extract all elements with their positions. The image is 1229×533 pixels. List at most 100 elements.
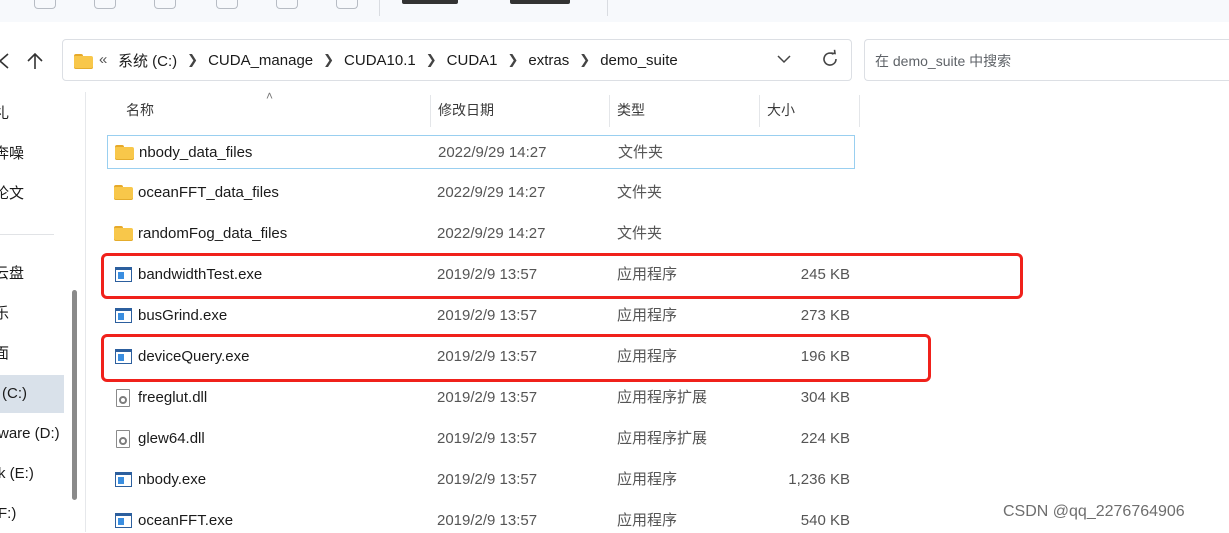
column-separator[interactable]	[859, 95, 860, 127]
nav-item[interactable]: 乐	[0, 295, 56, 333]
navigation-pane: 礼 奔噪 论文 云盘 乐 面 (C:) ware (D:) k (E:) F:)	[0, 92, 72, 532]
share-icon[interactable]	[336, 0, 358, 9]
file-type: 应用程序	[617, 266, 678, 283]
nav-item[interactable]: 奔噪	[0, 135, 56, 173]
file-date: 2019/2/9 13:57	[437, 512, 538, 529]
file-row[interactable]: oceanFFT_data_files 2022/9/29 14:27 文件夹	[107, 176, 855, 210]
nav-item[interactable]: 云盘	[0, 255, 56, 293]
application-icon	[114, 471, 134, 489]
file-row[interactable]: busGrind.exe 2019/2/9 13:57 应用程序 273 KB	[107, 299, 855, 333]
breadcrumb-item[interactable]: extras	[528, 52, 569, 69]
paste-icon[interactable]	[216, 0, 238, 9]
file-date: 2019/2/9 13:57	[437, 307, 538, 324]
nav-pane-scrollbar[interactable]	[72, 290, 77, 500]
file-type: 应用程序扩展	[617, 389, 708, 406]
file-type: 应用程序扩展	[617, 430, 708, 447]
file-size: 224 KB	[800, 430, 850, 447]
nav-item-drive-f[interactable]: F:)	[0, 495, 60, 533]
nav-item[interactable]: 礼	[0, 95, 56, 133]
address-bar[interactable]: « 系统 (C:) ❯ CUDA_manage ❯ CUDA10.1 ❯ CUD…	[62, 39, 852, 81]
file-row[interactable]: nbody.exe 2019/2/9 13:57 应用程序 1,236 KB	[107, 463, 855, 497]
folder-icon	[115, 144, 135, 162]
back-arrow-icon[interactable]	[0, 48, 16, 74]
cut-icon[interactable]	[94, 0, 116, 9]
chevron-right-icon[interactable]: ❯	[579, 52, 590, 68]
file-name: deviceQuery.exe	[138, 348, 250, 365]
nav-divider	[0, 234, 54, 235]
file-date: 2022/9/29 14:27	[438, 144, 547, 161]
file-row[interactable]: randomFog_data_files 2022/9/29 14:27 文件夹	[107, 217, 855, 251]
breadcrumb-item[interactable]: 系统 (C:)	[118, 50, 177, 71]
file-date: 2019/2/9 13:57	[437, 348, 538, 365]
breadcrumb-overflow-button[interactable]: «	[99, 51, 107, 68]
file-row[interactable]: bandwidthTest.exe 2019/2/9 13:57 应用程序 24…	[107, 258, 855, 292]
copy-icon[interactable]	[154, 0, 176, 9]
file-size	[750, 176, 850, 210]
search-input[interactable]	[873, 49, 1217, 73]
file-size: 273 KB	[800, 307, 850, 324]
file-name: oceanFFT_data_files	[138, 184, 279, 201]
chevron-right-icon[interactable]: ❯	[426, 52, 437, 68]
chevron-down-icon[interactable]	[777, 52, 791, 67]
dll-icon	[114, 430, 134, 448]
file-name: oceanFFT.exe	[138, 512, 234, 529]
file-size: 1,236 KB	[788, 471, 850, 488]
new-item-icon[interactable]	[34, 0, 56, 9]
file-size: 304 KB	[800, 389, 850, 406]
file-row[interactable]: freeglut.dll 2019/2/9 13:57 应用程序扩展 304 K…	[107, 381, 855, 415]
breadcrumb-item[interactable]: CUDA1	[447, 52, 498, 69]
file-row[interactable]: glew64.dll 2019/2/9 13:57 应用程序扩展 224 KB	[107, 422, 855, 456]
chevron-right-icon[interactable]: ❯	[508, 52, 519, 68]
file-type: 应用程序	[617, 348, 678, 365]
file-size: 245 KB	[800, 266, 850, 283]
nav-item-drive-e[interactable]: k (E:)	[0, 455, 60, 493]
file-name: nbody_data_files	[139, 144, 253, 161]
file-date: 2019/2/9 13:57	[437, 389, 538, 406]
chevron-right-icon[interactable]: ❯	[187, 52, 198, 68]
nav-item-drive-c[interactable]: (C:)	[0, 375, 64, 413]
file-date: 2022/9/29 14:27	[437, 184, 546, 201]
watermark: CSDN @qq_2276764906	[1003, 503, 1185, 520]
column-header-date[interactable]: 修改日期	[420, 92, 609, 128]
file-type: 应用程序	[617, 512, 678, 529]
nav-item-drive-d[interactable]: ware (D:)	[0, 415, 60, 453]
file-size: 196 KB	[800, 348, 850, 365]
breadcrumb-item-current[interactable]: demo_suite	[600, 52, 678, 69]
file-size	[751, 136, 851, 170]
file-row[interactable]: oceanFFT.exe 2019/2/9 13:57 应用程序 540 KB	[107, 498, 855, 532]
file-row[interactable]: deviceQuery.exe 2019/2/9 13:57 应用程序 196 …	[107, 340, 855, 374]
column-header-name[interactable]: 名称	[108, 92, 430, 128]
nav-item[interactable]: 论文	[0, 175, 56, 213]
toolbar-separator	[379, 0, 380, 16]
sort-button[interactable]	[402, 0, 458, 4]
file-name: freeglut.dll	[138, 389, 208, 406]
file-size	[750, 217, 850, 251]
up-arrow-icon[interactable]	[22, 48, 48, 74]
command-toolbar	[0, 0, 1229, 22]
nav-item[interactable]: 面	[0, 335, 56, 373]
pane-divider[interactable]	[85, 92, 86, 532]
file-name: bandwidthTest.exe	[138, 266, 263, 283]
search-box[interactable]	[864, 39, 1229, 81]
file-name: nbody.exe	[138, 471, 207, 488]
rename-icon[interactable]	[276, 0, 298, 9]
view-button[interactable]	[510, 0, 570, 4]
file-type: 文件夹	[617, 225, 663, 242]
column-header-type[interactable]: 类型	[599, 92, 759, 128]
folder-icon	[114, 225, 134, 243]
dll-icon	[114, 389, 134, 407]
application-icon	[114, 512, 134, 530]
file-name: glew64.dll	[138, 430, 205, 447]
file-type: 文件夹	[617, 184, 663, 201]
breadcrumb-item[interactable]: CUDA_manage	[208, 52, 313, 69]
column-header-size[interactable]: 大小	[749, 92, 859, 128]
breadcrumb-item[interactable]: CUDA10.1	[344, 52, 416, 69]
file-row[interactable]: nbody_data_files 2022/9/29 14:27 文件夹	[107, 135, 855, 169]
toolbar-separator	[607, 0, 608, 16]
file-name: randomFog_data_files	[138, 225, 288, 242]
file-size: 540 KB	[800, 512, 850, 529]
chevron-right-icon[interactable]: ❯	[323, 52, 334, 68]
file-type: 应用程序	[617, 471, 678, 488]
refresh-icon[interactable]	[820, 49, 840, 75]
file-type: 应用程序	[617, 307, 678, 324]
